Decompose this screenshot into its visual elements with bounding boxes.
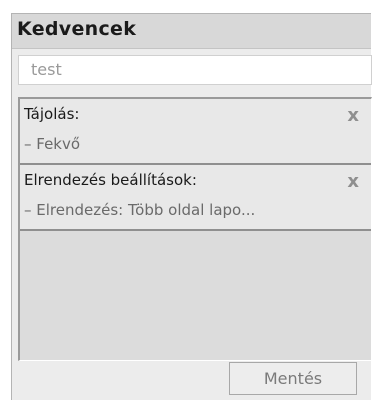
item-detail: – Elrendezés: Több oldal lapo...	[24, 201, 256, 219]
favorites-panel: Kedvencek test Tájolás: x – Fekvő Elrend…	[11, 13, 372, 400]
panel-title: Kedvencek	[17, 18, 137, 40]
favorite-name-input[interactable]: test	[18, 55, 372, 85]
save-button[interactable]: Mentés	[229, 362, 357, 395]
favorites-list: Tájolás: x – Fekvő Elrendezés beállításo…	[18, 97, 372, 361]
list-item-layout-settings[interactable]: Elrendezés beállítások: x – Elrendezés: …	[20, 165, 371, 231]
item-title: Tájolás:	[24, 105, 80, 123]
list-item-orientation[interactable]: Tájolás: x – Fekvő	[20, 99, 371, 165]
close-icon[interactable]: x	[347, 173, 359, 191]
panel-header: Kedvencek	[12, 14, 371, 49]
close-icon[interactable]: x	[347, 107, 359, 125]
item-title: Elrendezés beállítások:	[24, 171, 197, 189]
item-detail: – Fekvő	[24, 135, 81, 153]
